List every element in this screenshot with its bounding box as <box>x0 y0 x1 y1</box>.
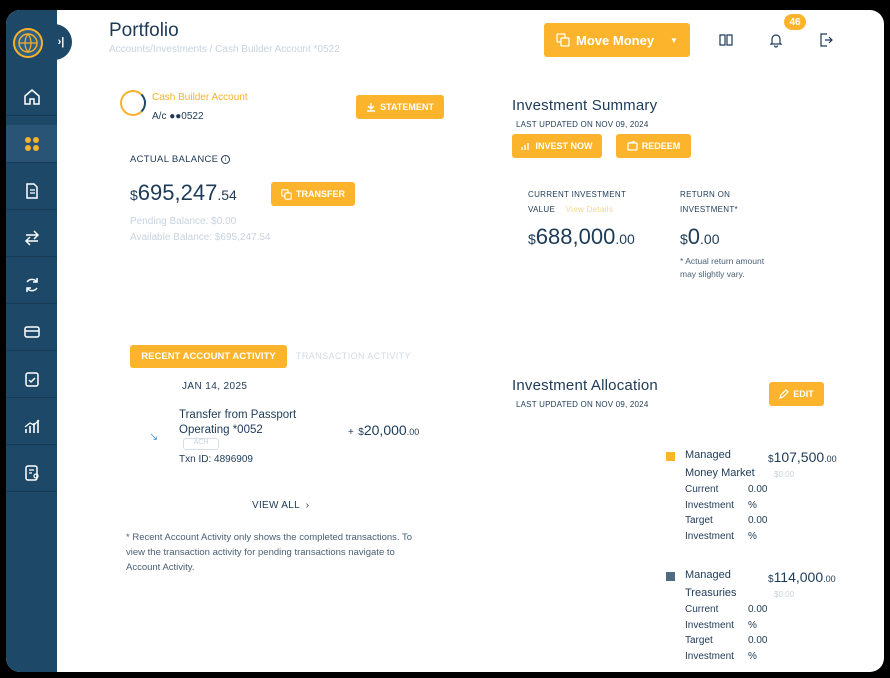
book-icon[interactable] <box>718 32 734 48</box>
home-icon <box>23 88 40 105</box>
app-window: ›| Portfolio Accounts/Investments / Cash… <box>6 10 884 672</box>
allocation-current-label: Current Investment Target Investment <box>685 604 734 662</box>
wallet-icon <box>627 141 638 151</box>
return-amount: $0.00 <box>680 224 720 249</box>
chevron-down-icon: ▼ <box>670 35 678 45</box>
sidebar-item-reports[interactable] <box>6 454 57 492</box>
sidebar-item-home[interactable] <box>6 78 57 116</box>
treasuries-legend-dot <box>666 572 675 581</box>
available-balance: Available Balance: $695,247.54 <box>130 232 271 243</box>
txn-id: Txn ID: 4896909 <box>179 454 253 465</box>
report-user-icon <box>24 464 39 481</box>
current-investment-label: CURRENT INVESTMENT VALUE View Details <box>528 190 627 214</box>
chart-icon <box>24 419 39 433</box>
sidebar-item-transfers[interactable] <box>6 219 57 257</box>
card-icon <box>23 325 40 338</box>
txn-date: JAN 14, 2025 <box>182 381 248 392</box>
statement-button[interactable]: STATEMENT <box>356 95 444 119</box>
view-details-link[interactable]: View Details <box>566 205 613 214</box>
coins-icon <box>556 33 570 47</box>
refresh-icon <box>25 277 38 292</box>
tab-recent-activity[interactable]: RECENT ACCOUNT ACTIVITY <box>130 345 287 368</box>
notification-badge: 46 <box>784 14 806 30</box>
sidebar-item-recurring[interactable] <box>6 266 57 304</box>
redeem-button[interactable]: REDEEM <box>616 134 691 158</box>
account-name: Cash Builder Account <box>152 92 248 103</box>
move-money-button[interactable]: Move Money ▼ <box>544 23 690 57</box>
grid-icon <box>24 136 39 151</box>
breadcrumb[interactable]: Accounts/Investments / Cash Builder Acco… <box>109 44 340 55</box>
investment-allocation-updated: LAST UPDATED ON NOV 09, 2024 <box>516 400 649 409</box>
view-all-link[interactable]: VIEW ALL › <box>252 500 309 511</box>
return-note: * Actual return amount may slightly vary… <box>680 256 765 279</box>
allocation-values: 0.00% 0.00% <box>748 604 768 662</box>
pencil-icon <box>779 389 790 399</box>
txn-type-badge: ACH <box>183 438 219 450</box>
account-number: A/c ●●0522 <box>152 111 204 122</box>
txn-amount: + $20,000.00 <box>348 422 420 438</box>
download-icon <box>367 103 376 112</box>
edit-allocation-button[interactable]: EDIT <box>769 382 824 406</box>
sidebar-item-portfolio[interactable] <box>6 125 57 163</box>
incoming-arrow-icon: ↘ <box>149 431 159 443</box>
bell-icon[interactable] <box>768 32 784 48</box>
account-logo-icon <box>120 90 146 116</box>
globe-logo-icon[interactable] <box>13 28 43 58</box>
activity-note: * Recent Account Activity only shows the… <box>126 532 413 573</box>
allocation-sub-amount: $0.00 <box>774 470 795 479</box>
sidebar-collapse-toggle[interactable]: ›| <box>50 24 72 60</box>
current-investment-amount: $688,000.00 <box>528 224 635 249</box>
actual-balance-label: ACTUAL BALANCE i <box>130 154 231 165</box>
sidebar-item-approvals[interactable] <box>6 360 57 398</box>
actual-balance-amount: $695,247.54 <box>130 180 237 205</box>
chevron-right-icon: › <box>302 500 310 511</box>
transfer-button[interactable]: TRANSFER <box>271 182 355 206</box>
txn-description: Transfer from Passport Operating *0052 <box>179 409 297 436</box>
pending-balance: Pending Balance: $0.00 <box>130 216 237 227</box>
sidebar-item-documents[interactable] <box>6 172 57 210</box>
growth-chart-icon <box>521 143 530 150</box>
tab-transaction-activity[interactable]: TRANSACTION ACTIVITY <box>296 351 411 361</box>
allocation-name: Managed Money Market <box>685 449 755 479</box>
allocation-sub-amount: $0.00 <box>774 590 795 599</box>
allocation-amount: $114,000.00 <box>768 569 836 585</box>
investment-summary-updated: LAST UPDATED ON NOV 09, 2024 <box>516 120 649 129</box>
allocation-name: Managed Treasuries <box>685 569 737 599</box>
investment-allocation-title: Investment Allocation <box>512 377 658 394</box>
page-title: Portfolio <box>109 20 179 41</box>
transfer-arrows-icon <box>24 229 39 246</box>
sidebar-item-analytics[interactable] <box>6 407 57 445</box>
sidebar <box>6 10 57 672</box>
sidebar-item-cards[interactable] <box>6 313 57 351</box>
logout-icon[interactable] <box>818 32 834 48</box>
return-label: RETURN ON INVESTMENT* <box>680 190 738 214</box>
chevron-right-icon: ›| <box>57 36 65 48</box>
coins-icon <box>281 188 292 200</box>
allocation-current-label: Current Investment Target Investment <box>685 484 734 542</box>
allocation-values: 0.00% 0.00% <box>748 484 768 542</box>
investment-summary-title: Investment Summary <box>512 97 658 114</box>
money-market-legend-dot <box>666 452 675 461</box>
invest-now-button[interactable]: INVEST NOW <box>512 134 602 158</box>
info-icon[interactable]: i <box>221 154 231 164</box>
checklist-icon <box>24 371 39 387</box>
document-icon <box>25 182 38 199</box>
allocation-amount: $107,500.00 <box>768 449 837 465</box>
